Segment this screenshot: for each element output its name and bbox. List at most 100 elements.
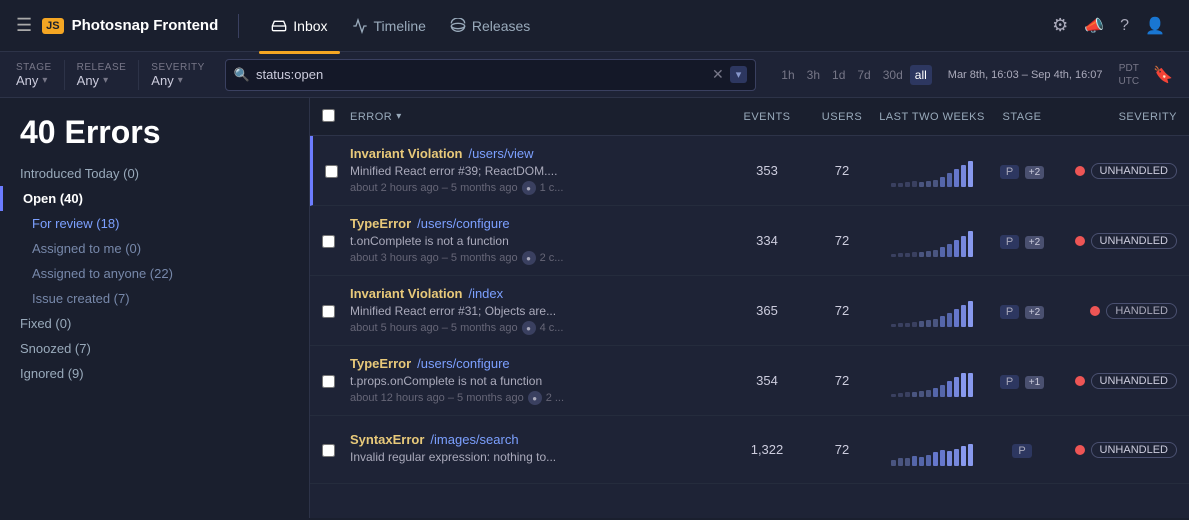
error-path: /users/configure bbox=[417, 216, 510, 231]
row-events: 334 bbox=[727, 233, 807, 248]
header-checkbox[interactable] bbox=[322, 109, 350, 125]
row-severity: HANDLED bbox=[1057, 303, 1177, 319]
time-btn-7d[interactable]: 7d bbox=[852, 65, 875, 85]
sidebar-item-fixed[interactable]: Fixed (0) bbox=[0, 311, 309, 336]
row-checkbox[interactable] bbox=[325, 163, 350, 178]
date-range: Mar 8th, 16:03 – Sep 4th, 16:07 bbox=[948, 69, 1103, 81]
sidebar: 40 Errors Introduced Today (0) Open (40)… bbox=[0, 98, 310, 518]
app-logo: JS bbox=[42, 18, 63, 34]
row-chart bbox=[877, 155, 987, 187]
severity-filter-label: SEVERITY bbox=[151, 62, 204, 73]
error-meta: about 5 hours ago – 5 months ago ● 4 c..… bbox=[350, 321, 727, 335]
nav-label-releases: Releases bbox=[472, 18, 530, 34]
nav-item-releases[interactable]: Releases bbox=[438, 12, 542, 40]
header-last-two-weeks: LAST TWO WEEKS bbox=[877, 111, 987, 123]
search-box: 🔍 ✕ ▾ bbox=[225, 59, 757, 91]
row-main: SyntaxError /images/search Invalid regul… bbox=[350, 432, 727, 467]
sidebar-item-assigned-to-anyone[interactable]: Assigned to anyone (22) bbox=[0, 261, 309, 286]
time-btn-1h[interactable]: 1h bbox=[776, 65, 799, 85]
help-icon[interactable]: ? bbox=[1112, 9, 1137, 43]
sidebar-item-for-review[interactable]: For review (18) bbox=[0, 211, 309, 236]
nav-item-inbox[interactable]: Inbox bbox=[259, 12, 339, 40]
release-filter-value[interactable]: Any ▾ bbox=[77, 73, 127, 88]
row-users: 72 bbox=[807, 303, 877, 318]
nav-item-timeline[interactable]: Timeline bbox=[340, 12, 438, 40]
row-severity: UNHANDLED bbox=[1057, 163, 1177, 179]
table-row[interactable]: Invariant Violation /index Minified Reac… bbox=[310, 276, 1189, 346]
row-users: 72 bbox=[807, 373, 877, 388]
search-icon: 🔍 bbox=[234, 67, 250, 83]
row-severity: UNHANDLED bbox=[1057, 233, 1177, 249]
user-avatar-icon[interactable]: 👤 bbox=[1137, 8, 1173, 44]
row-events: 365 bbox=[727, 303, 807, 318]
error-meta: about 2 hours ago – 5 months ago ● 1 c..… bbox=[350, 181, 727, 195]
row-severity: UNHANDLED bbox=[1057, 373, 1177, 389]
app-title: Photosnap Frontend bbox=[72, 17, 219, 34]
row-checkbox[interactable] bbox=[322, 373, 350, 388]
error-type: Invariant Violation bbox=[350, 286, 462, 301]
error-type: Invariant Violation bbox=[350, 146, 462, 161]
search-input[interactable] bbox=[256, 67, 706, 82]
timeline-icon bbox=[352, 18, 368, 34]
row-checkbox[interactable] bbox=[322, 442, 350, 457]
table-row[interactable]: TypeError /users/configure t.onComplete … bbox=[310, 206, 1189, 276]
error-path: /images/search bbox=[430, 432, 518, 447]
header-error[interactable]: ERROR ▾ bbox=[350, 111, 727, 123]
table-row[interactable]: SyntaxError /images/search Invalid regul… bbox=[310, 416, 1189, 484]
row-chart bbox=[877, 365, 987, 397]
error-type: TypeError bbox=[350, 356, 411, 371]
row-users: 72 bbox=[807, 233, 877, 248]
select-all-checkbox[interactable] bbox=[322, 109, 335, 122]
row-main: Invariant Violation /users/view Minified… bbox=[350, 146, 727, 195]
row-main: Invariant Violation /index Minified Reac… bbox=[350, 286, 727, 335]
gear-icon[interactable]: ⚙ bbox=[1044, 7, 1076, 44]
header-stage: STAGE bbox=[987, 111, 1057, 123]
time-btn-3h[interactable]: 3h bbox=[802, 65, 825, 85]
row-events: 1,322 bbox=[727, 442, 807, 457]
row-events: 354 bbox=[727, 373, 807, 388]
stage-filter-label: STAGE bbox=[16, 62, 52, 73]
sidebar-item-snoozed[interactable]: Snoozed (7) bbox=[0, 336, 309, 361]
stage-filter-value[interactable]: Any ▾ bbox=[16, 73, 52, 88]
stage-filter[interactable]: STAGE Any ▾ bbox=[16, 62, 52, 88]
row-main: TypeError /users/configure t.onComplete … bbox=[350, 216, 727, 265]
sidebar-item-ignored[interactable]: Ignored (9) bbox=[0, 361, 309, 386]
row-users: 72 bbox=[807, 163, 877, 178]
timezone-badge: PDTUTC bbox=[1119, 62, 1140, 88]
severity-filter-value[interactable]: Any ▾ bbox=[151, 73, 204, 88]
time-btn-1d[interactable]: 1d bbox=[827, 65, 850, 85]
header-users: USERS bbox=[807, 111, 877, 123]
error-count: 40 Errors bbox=[0, 98, 309, 161]
search-clear-icon[interactable]: ✕ bbox=[712, 66, 724, 83]
sidebar-item-open[interactable]: Open (40) bbox=[0, 186, 309, 211]
inbox-icon bbox=[271, 18, 287, 34]
row-users: 72 bbox=[807, 442, 877, 457]
error-msg: t.onComplete is not a function bbox=[350, 234, 690, 248]
table-row[interactable]: TypeError /users/configure t.props.onCom… bbox=[310, 346, 1189, 416]
time-btn-30d[interactable]: 30d bbox=[878, 65, 908, 85]
row-stage: P bbox=[987, 442, 1057, 457]
megaphone-icon[interactable]: 📣 bbox=[1076, 8, 1112, 44]
table-row[interactable]: Invariant Violation /users/view Minified… bbox=[310, 136, 1189, 206]
sidebar-item-issue-created[interactable]: Issue created (7) bbox=[0, 286, 309, 311]
row-checkbox[interactable] bbox=[322, 303, 350, 318]
time-btn-all[interactable]: all bbox=[910, 65, 932, 85]
error-msg: Minified React error #31; Objects are... bbox=[350, 304, 690, 318]
row-events: 353 bbox=[727, 163, 807, 178]
row-stage: P +2 bbox=[987, 163, 1057, 178]
error-path: /index bbox=[468, 286, 503, 301]
error-path: /users/configure bbox=[417, 356, 510, 371]
release-filter[interactable]: RELEASE Any ▾ bbox=[77, 62, 127, 88]
row-main: TypeError /users/configure t.props.onCom… bbox=[350, 356, 727, 405]
severity-filter[interactable]: SEVERITY Any ▾ bbox=[151, 62, 204, 88]
row-chart bbox=[877, 434, 987, 466]
row-stage: P +2 bbox=[987, 233, 1057, 248]
hamburger-icon[interactable]: ☰ bbox=[16, 15, 32, 36]
error-type: SyntaxError bbox=[350, 432, 424, 447]
sidebar-item-assigned-to-me[interactable]: Assigned to me (0) bbox=[0, 236, 309, 261]
bookmark-icon[interactable]: 🔖 bbox=[1153, 65, 1173, 85]
sidebar-item-introduced-today[interactable]: Introduced Today (0) bbox=[0, 161, 309, 186]
error-msg: t.props.onComplete is not a function bbox=[350, 374, 690, 388]
search-toggle[interactable]: ▾ bbox=[730, 66, 748, 83]
row-checkbox[interactable] bbox=[322, 233, 350, 248]
